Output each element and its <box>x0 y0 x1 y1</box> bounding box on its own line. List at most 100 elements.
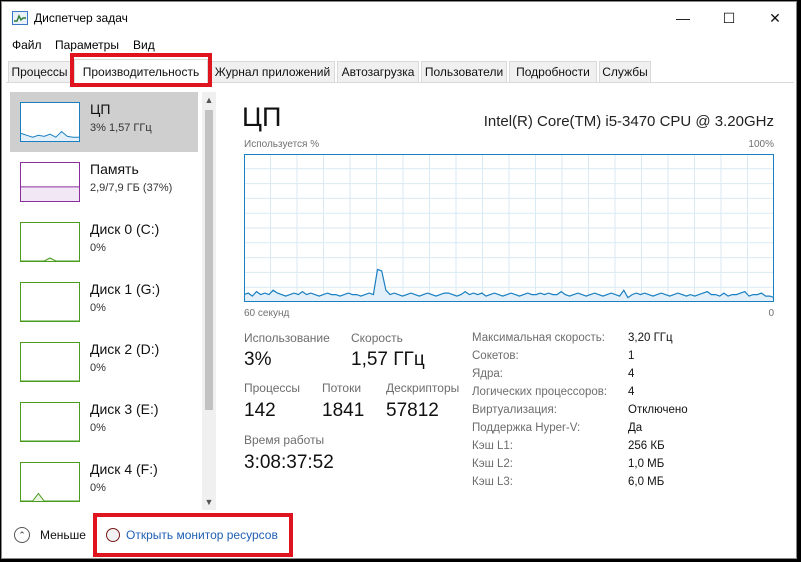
scroll-down-arrow-icon[interactable]: ▼ <box>202 495 216 509</box>
sidebar-item-disk-1[interactable]: Диск 1 (G:) 0% <box>10 272 198 332</box>
window-title: Диспетчер задач <box>34 11 128 25</box>
sidebar-item-label: Диск 4 (F:) <box>90 461 158 477</box>
spec-value-max-speed: 3,20 ГГц <box>628 332 673 344</box>
spec-key-virtualization: Виртуализация: <box>472 404 557 416</box>
spec-value-cores: 4 <box>628 368 635 380</box>
scroll-thumb[interactable] <box>205 110 213 410</box>
spec-value-logical-processors: 4 <box>628 386 635 398</box>
sidebar-item-disk-2[interactable]: Диск 2 (D:) 0% <box>10 332 198 392</box>
spec-value-l1-cache: 256 КБ <box>628 440 665 452</box>
chevron-up-icon[interactable]: ⌃ <box>14 527 30 543</box>
spec-value-l3-cache: 6,0 МБ <box>628 476 665 488</box>
thumb-border <box>20 402 80 442</box>
sidebar-item-value: 2,9/7,9 ГБ (37%) <box>90 182 173 194</box>
threads-label: Потоки <box>322 381 362 395</box>
thumb-line <box>21 492 79 502</box>
title-bar: Диспетчер задач — ☐ ✕ <box>2 2 796 34</box>
threads-value: 1841 <box>322 400 365 421</box>
thumb-border <box>20 342 80 382</box>
spec-key-logical-processors: Логических процессоров: <box>472 386 608 398</box>
disk-thumbnail-graph <box>20 222 80 262</box>
tab-performance[interactable]: Производительность <box>74 59 208 83</box>
sidebar-item-label: Диск 2 (D:) <box>90 341 160 357</box>
tab-details[interactable]: Подробности <box>509 61 597 82</box>
cpu-detail-panel: ЦП Intel(R) Core(TM) i5-3470 CPU @ 3.20G… <box>216 92 796 510</box>
cpu-usage-graph <box>244 154 774 302</box>
sidebar-item-value: 0% <box>90 482 106 494</box>
memory-thumbnail-graph <box>20 162 80 202</box>
tab-app-history[interactable]: Журнал приложений <box>210 61 335 82</box>
spec-value-l2-cache: 1,0 МБ <box>628 458 665 470</box>
sidebar-item-disk-3[interactable]: Диск 3 (E:) 0% <box>10 392 198 452</box>
menu-bar: Файл Параметры Вид <box>2 36 796 56</box>
spec-value-virtualization: Отключено <box>628 404 688 416</box>
spec-key-l1-cache: Кэш L1: <box>472 440 513 452</box>
spec-key-sockets: Сокетов: <box>472 350 519 362</box>
graph-label-max: 100% <box>748 139 774 150</box>
uptime-label: Время работы <box>244 433 325 447</box>
tab-processes[interactable]: Процессы <box>8 61 71 82</box>
thumb-border <box>20 222 80 262</box>
fewer-details-button[interactable]: Меньше <box>40 528 86 542</box>
spec-key-l2-cache: Кэш L2: <box>472 458 513 470</box>
footer-bar: ⌃ Меньше Открыть монитор ресурсов <box>2 514 796 558</box>
maximize-button[interactable]: ☐ <box>706 2 752 34</box>
spec-key-cores: Ядра: <box>472 368 504 380</box>
processes-value: 142 <box>244 400 276 421</box>
disk-thumbnail-graph <box>20 342 80 382</box>
spec-value-sockets: 1 <box>628 350 635 362</box>
close-button[interactable]: ✕ <box>752 2 798 34</box>
sidebar-item-label: Диск 3 (E:) <box>90 401 159 417</box>
graph-label-zero: 0 <box>768 308 774 319</box>
thumb-fill-area <box>21 493 79 501</box>
usage-label: Использование <box>244 331 330 345</box>
menu-options[interactable]: Параметры <box>55 38 119 52</box>
sidebar-item-disk-0[interactable]: Диск 0 (C:) 0% <box>10 212 198 272</box>
sidebar-item-value: 0% <box>90 362 106 374</box>
task-manager-icon <box>12 11 28 25</box>
resource-monitor-icon <box>106 528 120 542</box>
open-resource-monitor-link[interactable]: Открыть монитор ресурсов <box>126 528 278 542</box>
graph-label-time: 60 секунд <box>244 308 290 319</box>
cpu-model-name: Intel(R) Core(TM) i5-3470 CPU @ 3.20GHz <box>483 113 774 130</box>
disk-thumbnail-graph <box>20 402 80 442</box>
graph-label-used: Используется % <box>244 139 320 150</box>
speed-label: Скорость <box>351 331 403 345</box>
sidebar-item-value: 0% <box>90 302 106 314</box>
sidebar-item-label: ЦП <box>90 101 111 117</box>
sidebar-item-label: Диск 0 (C:) <box>90 221 160 237</box>
sidebar-item-value: 3% 1,57 ГГц <box>90 122 152 134</box>
page-title: ЦП <box>242 102 282 132</box>
tab-users[interactable]: Пользователи <box>421 61 507 82</box>
disk-thumbnail-graph <box>20 282 80 322</box>
thumb-fill-area <box>21 186 79 201</box>
sidebar-item-value: 0% <box>90 422 106 434</box>
sidebar-item-label: Диск 1 (G:) <box>90 281 161 297</box>
sidebar-item-memory[interactable]: Память 2,9/7,9 ГБ (37%) <box>10 152 198 212</box>
disk-thumbnail-graph <box>20 462 80 502</box>
minimize-button[interactable]: — <box>660 2 706 34</box>
thumb-border <box>20 462 80 502</box>
sidebar-item-value: 0% <box>90 242 106 254</box>
thumb-border <box>20 282 80 322</box>
tab-services[interactable]: Службы <box>599 61 651 82</box>
uptime-value: 3:08:37:52 <box>244 452 334 473</box>
menu-view[interactable]: Вид <box>133 38 155 52</box>
usage-value: 3% <box>244 349 272 370</box>
spec-value-hyper-v: Да <box>628 422 643 434</box>
spec-key-hyper-v: Поддержка Hyper-V: <box>472 422 581 434</box>
spec-key-max-speed: Максимальная скорость: <box>472 332 605 344</box>
menu-file[interactable]: Файл <box>12 38 42 52</box>
sidebar-item-disk-4[interactable]: Диск 4 (F:) 0% <box>10 452 198 510</box>
processes-label: Процессы <box>244 381 301 395</box>
sidebar-scrollbar[interactable]: ▲ ▼ <box>202 92 216 510</box>
resource-sidebar: ЦП 3% 1,57 ГГц Память 2,9/7,9 ГБ (37%) Д… <box>10 92 216 510</box>
tab-strip: Процессы Производительность Журнал прило… <box>6 59 794 83</box>
task-manager-window: Диспетчер задач — ☐ ✕ Файл Параметры Вид… <box>1 1 797 559</box>
scroll-up-arrow-icon[interactable]: ▲ <box>202 93 216 107</box>
speed-value: 1,57 ГГц <box>351 349 425 370</box>
sidebar-item-cpu[interactable]: ЦП 3% 1,57 ГГц <box>10 92 198 152</box>
spec-key-l3-cache: Кэш L3: <box>472 476 513 488</box>
sidebar-item-label: Память <box>90 161 139 177</box>
tab-startup[interactable]: Автозагрузка <box>337 61 419 82</box>
